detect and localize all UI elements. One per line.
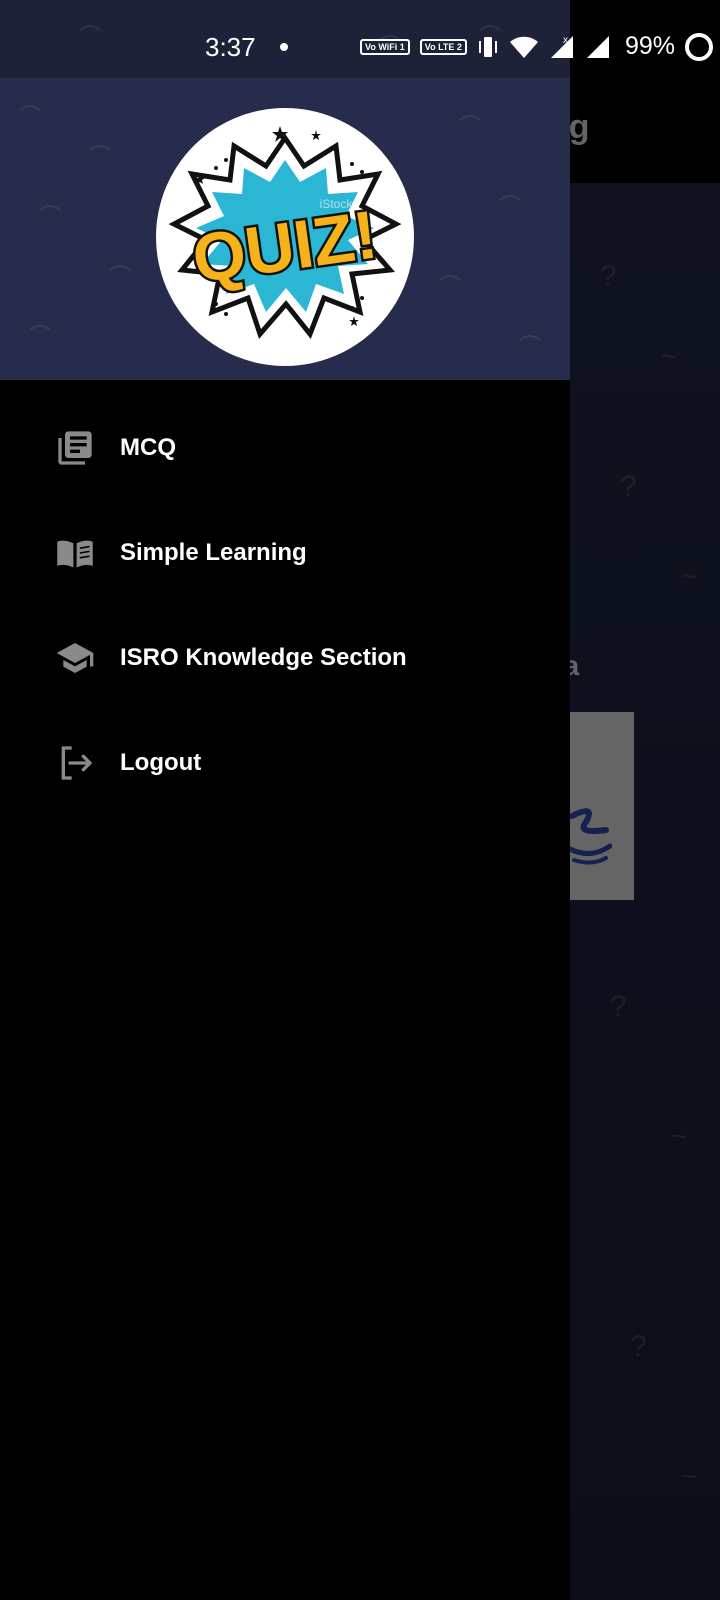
- vowifi-icon: Vo WiFi 1: [360, 38, 410, 55]
- menu-item-label: Logout: [120, 748, 202, 776]
- menu-item-label: Simple Learning: [120, 538, 307, 566]
- menu-item-simple-learning[interactable]: Simple Learning: [0, 500, 570, 605]
- screen: ng ? ~ ? ~ ? ~ ? ~ va: [0, 0, 720, 1600]
- notification-dot-icon: [280, 43, 288, 51]
- battery-percent: 99%: [624, 32, 675, 60]
- status-bar: 3:37 Vo WiFi 1 Vo LTE 2 x 99%: [0, 0, 720, 78]
- status-time: 3:37: [205, 32, 256, 62]
- logout-icon: [54, 742, 96, 784]
- menu-item-isro-knowledge-section[interactable]: ISRO Knowledge Section: [0, 605, 570, 710]
- volte-icon: Vo LTE 2: [419, 38, 467, 55]
- wifi-icon: [509, 36, 538, 58]
- quiz-logo-graphic: QUIZ! iStock: [168, 126, 402, 339]
- newspaper-icon: [54, 427, 96, 469]
- status-icons: Vo WiFi 1 Vo LTE 2 x 99%: [360, 32, 713, 61]
- signal-1-icon: x: [550, 35, 573, 58]
- navigation-drawer: QUIZ! iStock MCQ Simple Learning ISRO Kn…: [0, 0, 570, 1600]
- menu-item-mcq[interactable]: MCQ: [0, 395, 570, 500]
- svg-text:x: x: [563, 35, 568, 46]
- graduation-cap-icon: [54, 637, 96, 679]
- menu-item-logout[interactable]: Logout: [0, 710, 570, 815]
- signal-2-icon: [586, 35, 609, 58]
- logo-watermark: iStock: [320, 197, 354, 211]
- menu-item-label: ISRO Knowledge Section: [120, 643, 407, 671]
- battery-icon: [684, 32, 713, 61]
- book-open-icon: [54, 532, 96, 574]
- menu-item-label: MCQ: [120, 433, 176, 461]
- drawer-menu: MCQ Simple Learning ISRO Knowledge Secti…: [0, 395, 570, 815]
- quiz-logo: QUIZ! iStock: [156, 108, 414, 366]
- vibrate-icon: [478, 36, 497, 57]
